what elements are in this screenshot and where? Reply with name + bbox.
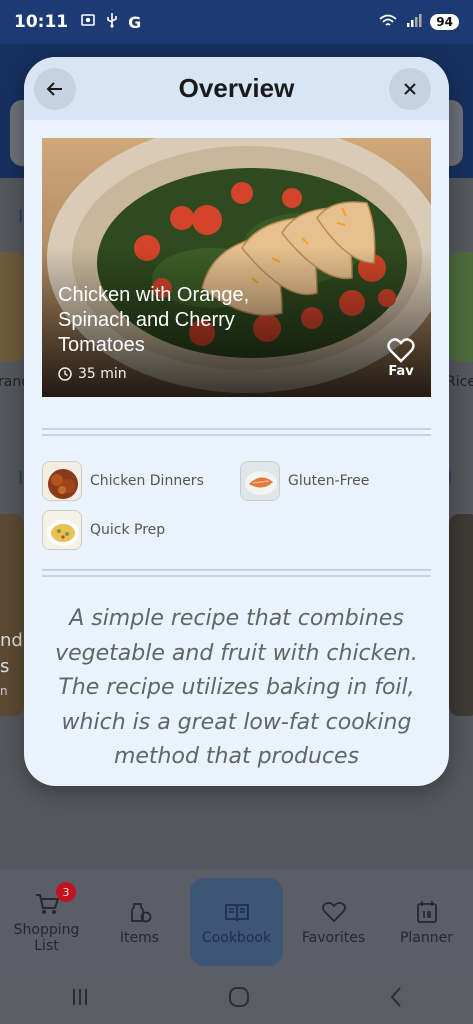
modal-title: Overview [178, 73, 295, 103]
pasta-dish-thumbnail [42, 510, 82, 550]
nav-label: Favorites [301, 930, 366, 946]
tag-label: Quick Prep [90, 522, 166, 538]
recents-icon[interactable] [69, 987, 91, 1012]
tag-gluten-free[interactable]: Gluten-Free [240, 461, 369, 501]
nav-cookbook[interactable]: Cookbook [190, 878, 283, 966]
heart-outline-icon [387, 338, 415, 363]
tag-label: Gluten-Free [288, 473, 370, 489]
fav-label: Fav [388, 364, 414, 379]
nav-label: Items [119, 930, 160, 946]
tag-label: Chicken Dinners [90, 473, 204, 489]
chicken-dish-thumbnail [42, 461, 82, 501]
bottom-nav: 3 Shopping List Items Cookbook Favorites… [0, 870, 473, 974]
background-card-left-2-label-b: s [0, 656, 10, 677]
usb-icon [105, 12, 119, 32]
home-icon[interactable] [228, 986, 250, 1013]
background-card-right-label: Rice [446, 374, 473, 390]
nav-label: Shopping List [13, 922, 80, 954]
nav-label: Cookbook [201, 930, 272, 946]
arrow-left-icon [46, 82, 62, 96]
system-nav-bar [0, 974, 473, 1024]
fav-button[interactable]: Fav [385, 336, 417, 379]
google-icon: G [128, 12, 142, 32]
cart-badge: 3 [56, 882, 76, 902]
signal-icon [406, 13, 422, 31]
tag-chicken-dinners[interactable]: Chicken Dinners [42, 461, 204, 501]
status-time: 10:11 [14, 12, 69, 32]
clock-icon [58, 367, 72, 381]
background-card-left-2: nd s n [0, 514, 24, 716]
nav-planner[interactable]: Planner [380, 870, 473, 974]
tag-quick-prep[interactable]: Quick Prep [42, 510, 165, 550]
divider-top [42, 428, 431, 436]
overview-modal: Overview Chicken with Orange, Spinach an… [24, 57, 449, 786]
recipe-time-value: 35 min [78, 366, 127, 382]
background-card-right [449, 252, 473, 362]
close-button[interactable] [389, 68, 431, 110]
recipe-hero-image[interactable]: Chicken with Orange, Spinach and Cherry … [42, 138, 431, 397]
close-icon [404, 83, 416, 95]
wifi-icon [378, 13, 398, 32]
calendar-icon [416, 901, 437, 923]
background-section-heading: I [18, 206, 24, 227]
status-bar: 10:11 G 94 [0, 0, 473, 44]
back-button[interactable] [34, 68, 76, 110]
back-nav-icon[interactable] [388, 986, 404, 1013]
nav-label: Planner [399, 930, 454, 946]
heart-icon [321, 901, 346, 923]
divider-bottom [42, 569, 431, 577]
book-icon [224, 904, 249, 922]
salmon-dish-thumbnail [240, 461, 280, 501]
nav-favorites[interactable]: Favorites [287, 870, 380, 974]
modal-header: Overview [24, 57, 449, 120]
status-icons-left: G [80, 12, 141, 32]
items-icon [130, 903, 151, 923]
recipe-time: 35 min [58, 366, 127, 382]
background-section-heading-2: I [18, 468, 24, 489]
background-card-left-2-label-a: nd [0, 630, 23, 651]
recipe-description: A simple recipe that combines vegetable … [55, 606, 418, 769]
background-card-right-2 [449, 514, 473, 716]
nav-items[interactable]: Items [93, 870, 186, 974]
nav-shopping-list[interactable]: 3 Shopping List [0, 870, 93, 974]
battery-indicator: 94 [430, 14, 459, 30]
screenshot-icon [80, 12, 96, 32]
background-card-left [0, 252, 24, 362]
background-card-left-2-label-c: n [0, 684, 8, 698]
recipe-title: Chicken with Orange, Spinach and Cherry … [58, 284, 250, 356]
